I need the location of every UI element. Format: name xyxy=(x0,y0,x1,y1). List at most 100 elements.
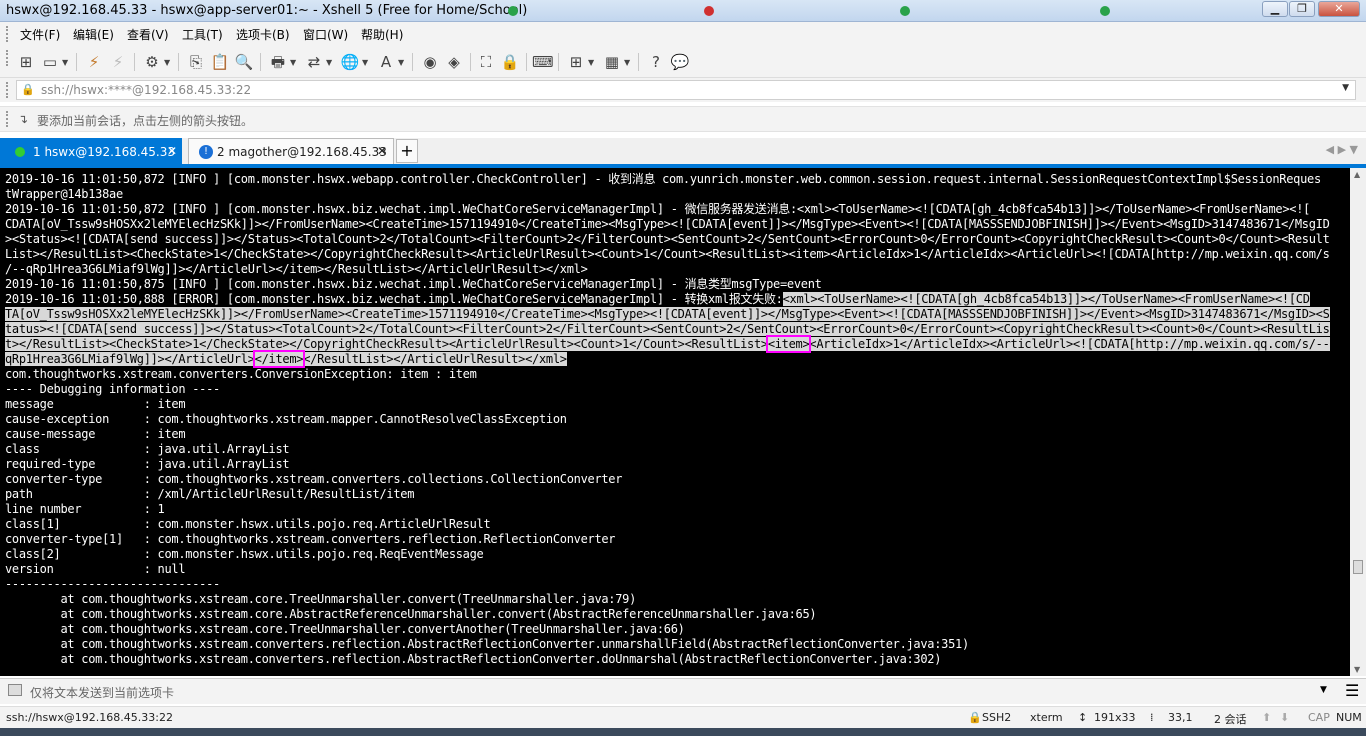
properties-icon[interactable]: ⚙ xyxy=(142,52,162,72)
find-icon[interactable]: 🔍 xyxy=(234,52,254,72)
scroll-up-icon[interactable]: ▲ xyxy=(1354,170,1360,179)
close-tab-icon[interactable]: ✕ xyxy=(167,144,177,158)
taskbar xyxy=(0,728,1366,736)
vertical-scrollbar[interactable]: ▲ ▼ xyxy=(1350,168,1366,676)
error-prefix: 2019-10-16 11:01:50,888 [ERROR] [com.mon… xyxy=(5,292,783,306)
window-title: hswx@192.168.45.33 - hswx@app-server01:~… xyxy=(6,3,528,18)
background-app-icon xyxy=(900,6,910,16)
connect-icon[interactable]: ⚡ xyxy=(84,52,104,72)
menu-tab[interactable]: 选项卡(B) xyxy=(236,26,290,43)
address-text: ssh://hswx:****@192.168.45.33:22 xyxy=(41,83,252,97)
new-tab-icon[interactable]: ⊞ xyxy=(566,52,586,72)
status-dot-icon xyxy=(15,147,25,157)
layout-icon[interactable]: ▦ xyxy=(602,52,622,72)
terminal-line: ><Status><![CDATA[send success]]></Statu… xyxy=(5,232,1330,246)
fullscreen-icon[interactable]: ⛶ xyxy=(476,52,496,72)
info-icon: ! xyxy=(199,145,213,159)
selected-text: <ArticleIdx>1</ArticleIdx><ArticleUrl><!… xyxy=(809,337,1330,351)
menu-edit[interactable]: 编辑(E) xyxy=(73,26,114,43)
compose-icon[interactable] xyxy=(8,684,22,696)
menu-window[interactable]: 窗口(W) xyxy=(303,26,348,43)
menu-help[interactable]: 帮助(H) xyxy=(361,26,403,43)
terminal-line: List></ResultList><CheckState>1</CheckSt… xyxy=(5,247,1330,261)
lock-icon: 🔒 xyxy=(21,83,35,96)
terminal-line: ---- Debugging information ---- xyxy=(5,382,220,396)
script-icon[interactable]: ◉ xyxy=(420,52,440,72)
status-num: NUM xyxy=(1336,711,1362,724)
disconnect-icon[interactable]: ⚡ xyxy=(108,52,128,72)
highlight-item-open: <item> xyxy=(765,335,812,353)
tab-session-1[interactable]: 1 hswx@192.168.45.33 ✕ xyxy=(0,138,182,164)
help-icon[interactable]: ? xyxy=(646,52,666,72)
terminal-line: line number : 1 xyxy=(5,502,165,516)
cursor-icon: ⁞ xyxy=(1150,711,1154,724)
globe-icon[interactable]: 🌐 xyxy=(340,52,360,72)
terminal-line: TA[oV_Tssw9sHOSXx2leMYElecHzSKk]]></From… xyxy=(5,307,1330,322)
compose-bar: 仅将文本发送到当前选项卡 ▼ ☰ xyxy=(0,678,1366,704)
terminal-line: 2019-10-16 11:01:50,888 [ERROR] [com.mon… xyxy=(5,292,1330,307)
font-icon[interactable]: A xyxy=(376,52,396,72)
selected-text: tatus><![CDATA[send success]]></Status><… xyxy=(5,322,1330,336)
add-tab-button[interactable]: + xyxy=(396,139,418,163)
terminal-line: 2019-10-16 11:01:50,875 [INFO ] [com.mon… xyxy=(5,277,822,291)
tab-label: 1 hswx@192.168.45.33 xyxy=(33,145,176,159)
selected-text: <xml><ToUserName><![CDATA[gh_4cb8fca54b1… xyxy=(782,292,1310,306)
xftp-icon[interactable]: ◈ xyxy=(444,52,464,72)
menu-view[interactable]: 查看(V) xyxy=(127,26,169,43)
terminal-line: ------------------------------- xyxy=(5,577,220,591)
menu-file[interactable]: 文件(F) xyxy=(20,26,60,43)
arrow-down-icon[interactable]: ⬇ xyxy=(1280,711,1289,724)
title-bar: hswx@192.168.45.33 - hswx@app-server01:~… xyxy=(0,0,1366,22)
terminal-line: at com.thoughtworks.xstream.core.TreeUnm… xyxy=(5,622,685,636)
paste-icon[interactable]: 📋 xyxy=(210,52,230,72)
terminal-line: tatus><![CDATA[send success]]></Status><… xyxy=(5,322,1330,337)
open-folder-icon[interactable]: ▭ xyxy=(40,52,60,72)
terminal-line: 2019-10-16 11:01:50,872 [INFO ] [com.mon… xyxy=(5,202,1311,216)
arrow-icon[interactable]: ↴ xyxy=(18,112,28,126)
tab-session-2[interactable]: ! 2 magother@192.168.45.33 ✕ xyxy=(188,138,394,164)
tab-bar: 1 hswx@192.168.45.33 ✕ ! 2 magother@192.… xyxy=(0,138,1366,164)
status-connection: ssh://hswx@192.168.45.33:22 xyxy=(6,711,173,724)
transfer-icon[interactable]: ⇄ xyxy=(304,52,324,72)
compose-input[interactable]: 仅将文本发送到当前选项卡 xyxy=(30,684,174,701)
session-hint: 要添加当前会话，点击左侧的箭头按钮。 xyxy=(37,114,254,128)
terminal-line: message : item xyxy=(5,397,186,411)
keyboard-icon[interactable]: ⌨ xyxy=(532,52,554,72)
selected-text: </ResultList></ArticleUrlResult></xml> xyxy=(303,352,567,366)
minimize-button[interactable]: ▁ xyxy=(1262,1,1288,17)
tab-label: 2 magother@192.168.45.33 xyxy=(217,145,387,159)
terminal[interactable]: 2019-10-16 11:01:50,872 [INFO ] [com.mon… xyxy=(0,168,1350,676)
status-caps: CAP xyxy=(1308,711,1330,724)
terminal-line: CDATA[oV_Tssw9sHOSXx2leMYElecHzSKk]]></F… xyxy=(5,217,1330,231)
menu-tools[interactable]: 工具(T) xyxy=(182,26,223,43)
terminal-line: at com.thoughtworks.xstream.core.Abstrac… xyxy=(5,607,817,621)
menu-icon[interactable]: ☰ xyxy=(1345,681,1359,700)
close-tab-icon[interactable]: ✕ xyxy=(377,144,387,158)
terminal-line: version : null xyxy=(5,562,186,576)
status-size: 191x33 xyxy=(1094,711,1136,724)
background-app-icon xyxy=(704,6,714,16)
tab-navigation[interactable]: ◀ ▶ ▼ xyxy=(1326,143,1358,156)
maximize-button[interactable]: ❐ xyxy=(1289,1,1315,17)
terminal-line: at com.thoughtworks.xstream.converters.r… xyxy=(5,637,969,651)
close-button[interactable]: ✕ xyxy=(1318,1,1360,17)
lock-icon: 🔒 xyxy=(968,711,982,724)
scroll-down-icon[interactable]: ▼ xyxy=(1354,665,1360,674)
terminal-line: cause-message : item xyxy=(5,427,186,441)
print-icon[interactable]: 🖶 xyxy=(268,52,288,72)
address-input[interactable]: 🔒 ssh://hswx:****@192.168.45.33:22 ▼ xyxy=(16,80,1356,100)
selected-text: qRp1Hrea3G6LMiaf9lWg]]></ArticleUrl> xyxy=(5,352,255,366)
terminal-line: class[2] : com.monster.hswx.utils.pojo.r… xyxy=(5,547,484,561)
copy-icon[interactable]: ⎘ xyxy=(186,52,206,72)
lock-icon[interactable]: 🔒 xyxy=(500,52,520,72)
terminal-line: /--qRp1Hrea3G6LMiaf9lWg]]></ArticleUrl><… xyxy=(5,262,588,276)
terminal-line: at com.thoughtworks.xstream.core.TreeUnm… xyxy=(5,592,637,606)
arrow-up-icon[interactable]: ⬆ xyxy=(1262,711,1271,724)
new-session-icon[interactable]: ⊞ xyxy=(16,52,36,72)
chat-icon[interactable]: 💬 xyxy=(670,52,690,72)
terminal-line: 2019-10-16 11:01:50,872 [INFO ] [com.mon… xyxy=(5,172,1321,186)
scroll-thumb[interactable] xyxy=(1353,560,1363,574)
toolbar: ⊞ ▭ ▼ ⚡ ⚡ ⚙ ▼ ⎘ 📋 🔍 🖶 ▼ ⇄ ▼ 🌐 ▼ A ▼ ◉ ◈ … xyxy=(0,46,1366,78)
chevron-down-icon[interactable]: ▼ xyxy=(1320,685,1327,695)
chevron-down-icon[interactable]: ▼ xyxy=(1342,83,1349,93)
